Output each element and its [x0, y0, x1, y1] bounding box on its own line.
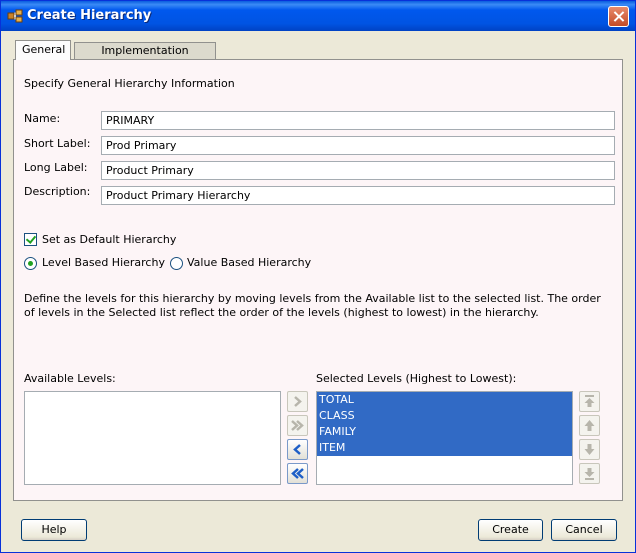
- move-to-bottom-button[interactable]: [579, 463, 600, 484]
- title-bar[interactable]: Create Hierarchy: [1, 1, 635, 31]
- selected-levels-list[interactable]: TOTAL CLASS FAMILY ITEM: [316, 391, 573, 485]
- arrow-down-icon: [584, 444, 595, 455]
- available-levels-list[interactable]: [24, 391, 281, 485]
- name-label: Name:: [24, 112, 61, 125]
- help-button[interactable]: Help: [21, 519, 87, 541]
- description-input[interactable]: Product Primary Hierarchy: [101, 186, 615, 205]
- list-item[interactable]: FAMILY: [317, 424, 572, 440]
- list-item[interactable]: CLASS: [317, 408, 572, 424]
- arrow-to-top-icon: [584, 395, 595, 407]
- default-hierarchy-checkbox[interactable]: [24, 233, 37, 246]
- close-window-button[interactable]: [608, 6, 629, 27]
- chevron-right-icon: [294, 396, 302, 407]
- long-label-input[interactable]: Product Primary: [101, 161, 615, 180]
- available-levels-label: Available Levels:: [24, 372, 116, 385]
- tab-implementation-details[interactable]: Implementation Details: [74, 42, 216, 73]
- instructions-text: Define the levels for this hierarchy by …: [24, 292, 601, 319]
- window-title: Create Hierarchy: [27, 8, 152, 23]
- move-to-top-button[interactable]: [579, 391, 600, 412]
- move-down-button[interactable]: [579, 439, 600, 460]
- move-right-button[interactable]: [287, 391, 308, 412]
- hierarchy-app-icon: [7, 8, 23, 24]
- tab-general[interactable]: General: [15, 40, 71, 60]
- level-based-label[interactable]: Level Based Hierarchy: [42, 256, 165, 269]
- short-label-label: Short Label:: [24, 137, 91, 150]
- move-all-right-button[interactable]: [287, 415, 308, 436]
- description-label: Description:: [24, 185, 91, 198]
- list-item[interactable]: TOTAL: [317, 392, 572, 408]
- double-chevron-left-icon: [291, 468, 304, 479]
- level-based-radio[interactable]: [24, 257, 37, 270]
- selected-levels-label: Selected Levels (Highest to Lowest):: [316, 372, 517, 385]
- section-title: Specify General Hierarchy Information: [24, 77, 235, 90]
- double-chevron-right-icon: [291, 420, 304, 431]
- cancel-button[interactable]: Cancel: [551, 519, 617, 541]
- long-label-label: Long Label:: [24, 161, 88, 174]
- move-up-button[interactable]: [579, 415, 600, 436]
- create-hierarchy-dialog: Create Hierarchy General Implementation …: [0, 0, 636, 553]
- arrow-up-icon: [584, 420, 595, 431]
- short-label-input[interactable]: Prod Primary: [101, 136, 615, 155]
- chevron-left-icon: [293, 444, 301, 455]
- default-hierarchy-label[interactable]: Set as Default Hierarchy: [42, 233, 176, 246]
- general-tab-panel: Specify General Hierarchy Information Na…: [13, 59, 623, 501]
- arrow-to-bottom-icon: [584, 468, 595, 480]
- name-input[interactable]: PRIMARY: [101, 111, 615, 130]
- value-based-label[interactable]: Value Based Hierarchy: [187, 256, 311, 269]
- value-based-radio[interactable]: [170, 257, 183, 270]
- create-button[interactable]: Create: [478, 519, 543, 541]
- move-all-left-button[interactable]: [287, 463, 308, 484]
- move-left-button[interactable]: [287, 439, 308, 460]
- list-item[interactable]: ITEM: [317, 440, 572, 456]
